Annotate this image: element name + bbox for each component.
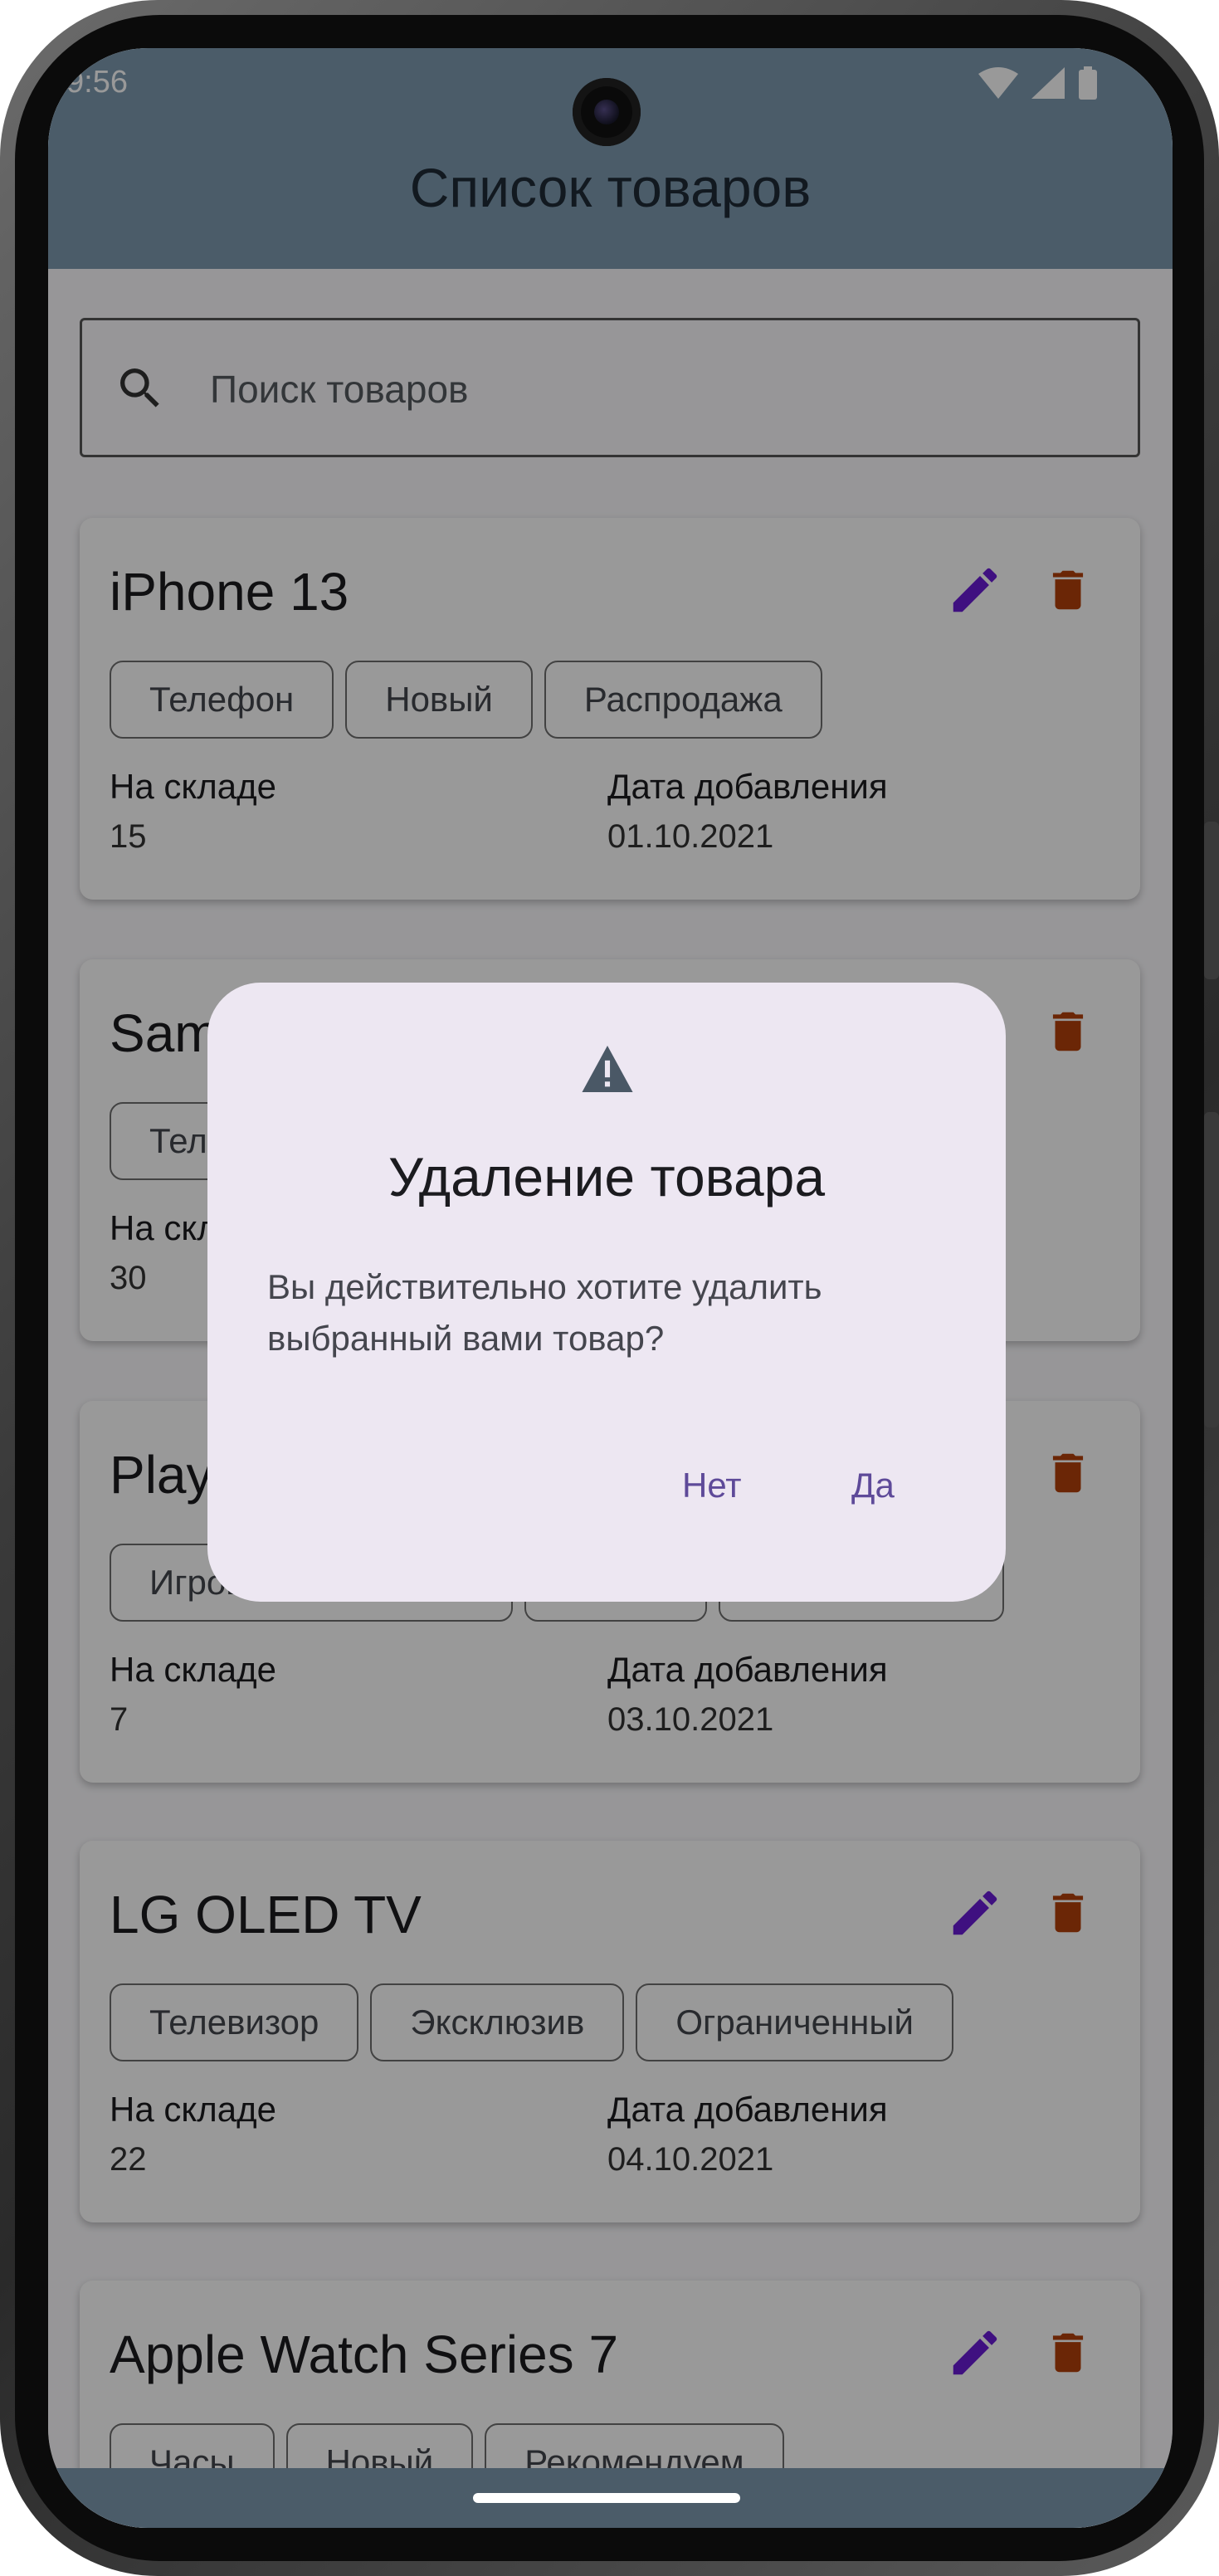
power-button — [1204, 822, 1219, 979]
screen: 9:56 Список товаров Поиск товаров iPhone… — [48, 48, 1173, 2528]
dialog-message: Вы действительно хотите удалить выбранны… — [267, 1267, 822, 1358]
warning-icon — [582, 1046, 633, 1092]
gesture-handle[interactable] — [473, 2493, 740, 2503]
confirm-button[interactable]: Да — [838, 1456, 908, 1515]
delete-dialog: Удаление товара Вы действительно хотите … — [207, 983, 1006, 1602]
volume-button — [1204, 1112, 1219, 1427]
cancel-button[interactable]: Нет — [669, 1456, 755, 1515]
dialog-title: Удаление товара — [388, 1146, 826, 1208]
